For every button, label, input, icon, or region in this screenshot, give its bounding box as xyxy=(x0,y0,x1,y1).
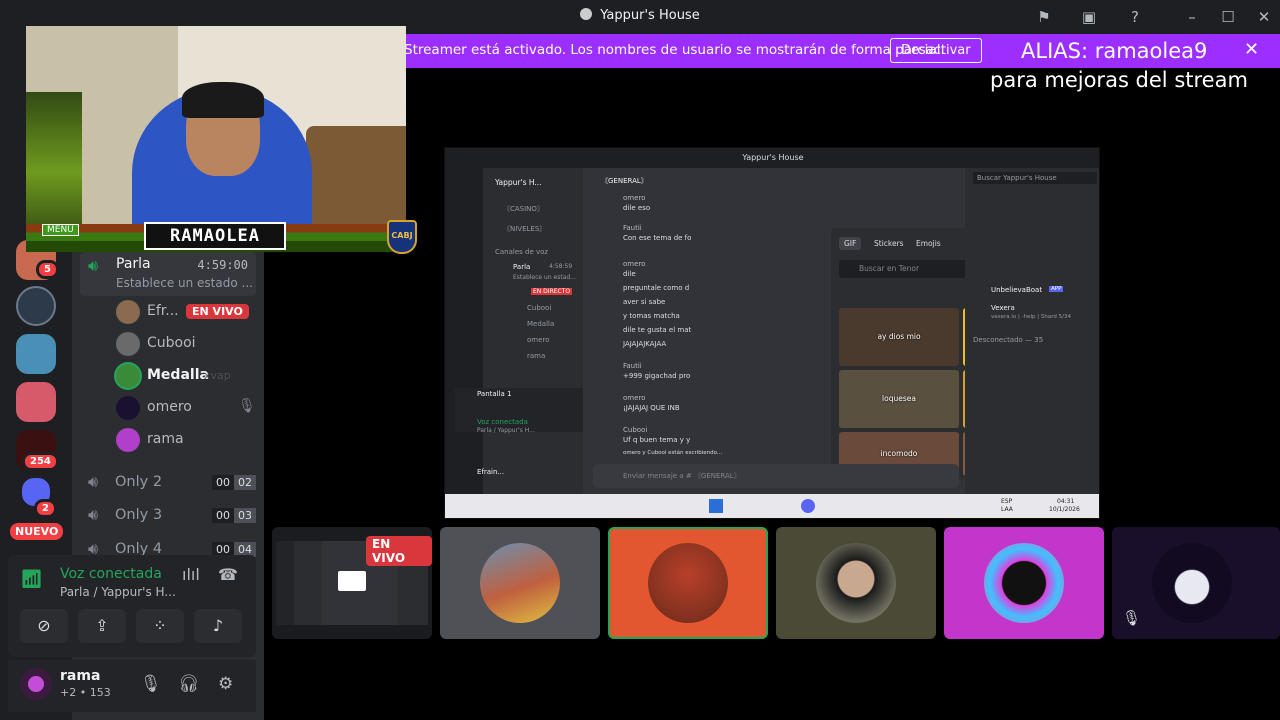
server-icon-3[interactable] xyxy=(16,334,56,374)
gif-item[interactable]: ay dios mio xyxy=(839,308,959,366)
minimize-icon[interactable]: – xyxy=(1181,6,1203,28)
share-channel-sidebar: Yappur's H... 〘CASINO〙 〘NIVELES〙 Canales… xyxy=(455,168,583,494)
voice-member[interactable]: Efr... EN VIVO xyxy=(116,298,256,326)
microphone-icon[interactable]: 🎙︎ xyxy=(140,674,162,694)
voice-channel-only-3[interactable]: 🔊︎ Only 3 00 03 xyxy=(88,503,256,529)
share-title-bar: Yappur's House xyxy=(445,148,1099,168)
new-badge: NUEVO xyxy=(10,523,64,540)
voice-channel-parla[interactable]: 🔊︎ Parla 4:59:00 Establece un estado ... xyxy=(80,252,256,296)
voice-member[interactable]: Medalla xvap xyxy=(116,362,256,390)
user-panel: rama +2 • 153 🎙︎ 🎧︎ ⚙ xyxy=(8,660,256,712)
speaker-icon: 🔊︎ xyxy=(88,505,99,524)
windows-start-icon xyxy=(709,499,723,513)
user-substatus: +2 • 153 xyxy=(60,686,111,699)
signal-icon: 📶︎ xyxy=(20,569,43,590)
banner-close-icon[interactable]: ✕ xyxy=(1244,39,1259,60)
camera-off-button[interactable]: ⊘ xyxy=(20,609,68,643)
avatar xyxy=(480,543,560,623)
share-taskbar: ESP LAA 04:31 10/1/2026 xyxy=(445,494,1099,518)
deactivate-button[interactable]: Desactivar xyxy=(890,38,982,63)
help-icon[interactable]: ? xyxy=(1124,6,1146,28)
voice-member[interactable]: omero 🎙︎ xyxy=(116,394,256,422)
participant-tile[interactable] xyxy=(440,527,600,639)
avatar xyxy=(116,428,140,452)
muted-microphone-icon: 🎙︎ xyxy=(1122,609,1142,627)
share-screen-button[interactable]: ⇪ xyxy=(78,609,126,643)
live-badge: EN VIVO xyxy=(366,536,432,566)
streamer-mode-banner: Streamer está activado. Los nombres de u… xyxy=(404,34,1280,68)
avatar xyxy=(816,543,896,623)
streamer-name-tag: RAMAOLEA xyxy=(144,222,286,250)
member-tag: xvap xyxy=(204,369,231,382)
server-icon-4[interactable] xyxy=(16,382,56,422)
member-name: rama xyxy=(147,431,184,447)
screen-share-view[interactable]: Yappur's House Yappur's H... 〘CASINO〙 〘N… xyxy=(444,147,1100,519)
avatar[interactable] xyxy=(20,668,52,700)
member-name: Cubooi xyxy=(147,335,196,351)
avatar xyxy=(984,543,1064,623)
speaker-icon: 🔊︎ xyxy=(88,256,99,275)
alias-text: ALIAS: ramaolea9 xyxy=(1021,39,1208,63)
share-member-list: Buscar Yappur's House UnbelievaBoat APP … xyxy=(965,168,1099,494)
user-limit: 00 03 xyxy=(212,508,256,523)
member-name: Efr... xyxy=(147,303,179,319)
voice-channel-only-2[interactable]: 🔊︎ Only 2 00 02 xyxy=(88,470,256,496)
mention-badge: 254 xyxy=(22,452,59,471)
voice-member[interactable]: rama xyxy=(116,426,256,454)
noise-suppression-icon[interactable]: ılıl xyxy=(182,565,200,584)
avatar xyxy=(116,332,140,356)
activities-button[interactable]: ⁘ xyxy=(136,609,184,643)
channel-status: Establece un estado ... xyxy=(116,276,253,290)
avatar xyxy=(116,396,140,420)
avatar xyxy=(116,364,140,388)
gif-item[interactable]: loquesea xyxy=(839,370,959,428)
voice-status: Voz conectada xyxy=(60,566,162,582)
webcam-overlay: MENU RAMAOLEA xyxy=(26,26,406,252)
mention-badge: 2 xyxy=(34,499,57,518)
screen-icon[interactable]: ▣ xyxy=(1078,6,1100,28)
participant-tile-speaking[interactable] xyxy=(608,527,768,639)
muted-icon: 🎙︎ xyxy=(238,398,256,414)
member-name: omero xyxy=(147,399,192,415)
screen-share-tile[interactable]: EN VIVO xyxy=(272,527,432,639)
participant-tile[interactable] xyxy=(776,527,936,639)
avatar xyxy=(1152,543,1232,623)
speaker-icon: 🔊︎ xyxy=(88,472,99,491)
close-window-icon[interactable]: ✕ xyxy=(1253,6,1275,28)
banner-message: Streamer está activado. Los nombres de u… xyxy=(404,42,945,58)
live-badge: EN VIVO xyxy=(186,304,249,319)
menu-tag: MENU xyxy=(42,224,79,236)
discord-taskbar-icon xyxy=(801,499,815,513)
voice-timer: 4:59:00 xyxy=(197,258,248,272)
voice-location[interactable]: Parla / Yappur's H... xyxy=(60,585,176,599)
member-name: Medalla xyxy=(147,367,209,383)
streamer-hair xyxy=(182,82,264,118)
inbox-flag-icon[interactable]: ⚑ xyxy=(1033,6,1055,28)
avatar xyxy=(116,300,140,324)
share-server-list xyxy=(445,168,483,494)
club-crest: CABJ xyxy=(387,220,417,254)
avatar xyxy=(648,543,728,623)
soundboard-button[interactable]: ♪ xyxy=(194,609,242,643)
mention-badge: 5 xyxy=(36,260,59,279)
share-chat-area: 〘GENERAL〙 omero dile eso Fautii Con ese … xyxy=(585,168,1093,494)
participant-tile[interactable] xyxy=(944,527,1104,639)
participant-tile[interactable]: 🎙︎ xyxy=(1112,527,1280,639)
server-icon xyxy=(580,8,593,20)
headphones-icon[interactable]: 🎧︎ xyxy=(178,674,200,694)
channel-name: Only 2 xyxy=(115,474,163,490)
server-icon-2[interactable] xyxy=(16,286,56,326)
alias-subtitle: para mejoras del stream xyxy=(990,68,1248,92)
voice-member[interactable]: Cubooi xyxy=(116,330,256,358)
username: rama xyxy=(60,668,101,684)
voice-connection-panel: 📶︎ Voz conectada Parla / Yappur's H... ı… xyxy=(8,555,256,657)
settings-gear-icon[interactable]: ⚙ xyxy=(218,674,233,694)
monitor-icon xyxy=(338,571,366,591)
share-message-input[interactable]: Enviar mensaje a # 〘GENERAL〙 xyxy=(593,464,959,488)
maximize-icon[interactable]: ☐ xyxy=(1217,6,1239,28)
channel-name: Parla xyxy=(116,256,151,272)
disconnect-icon[interactable]: ☎ xyxy=(218,565,238,584)
user-limit: 00 02 xyxy=(212,475,256,490)
channel-name: Only 3 xyxy=(115,507,163,523)
